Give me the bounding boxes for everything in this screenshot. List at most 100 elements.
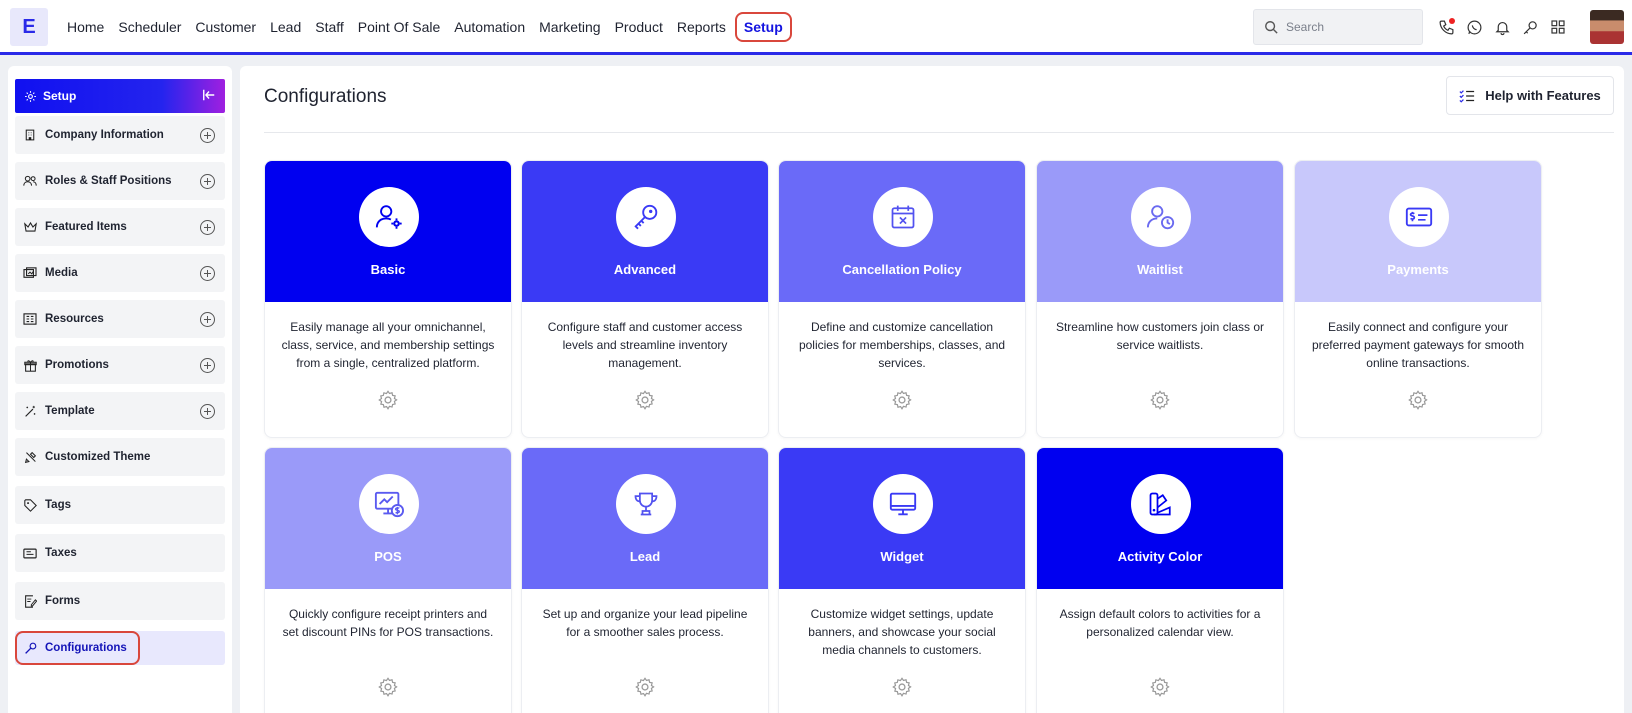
card-banner: Activity Color xyxy=(1037,448,1283,589)
help-button-label: Help with Features xyxy=(1485,88,1601,103)
sidebar-header: Setup xyxy=(15,79,225,113)
sidebar-item-taxes[interactable]: Taxes xyxy=(15,534,225,572)
sidebar-item-promotions[interactable]: Promotions xyxy=(15,346,225,384)
card-description: Configure staff and customer access leve… xyxy=(547,320,743,370)
sidebar-item-customized-theme[interactable]: Customized Theme xyxy=(15,438,225,476)
title-divider xyxy=(264,132,1614,133)
gear-icon xyxy=(25,90,36,102)
nav-point-of-sale[interactable]: Point Of Sale xyxy=(351,19,448,35)
expand-plus-icon[interactable] xyxy=(200,128,215,143)
help-with-features-button[interactable]: Help with Features xyxy=(1446,76,1614,115)
card-description: Customize widget settings, update banner… xyxy=(808,607,996,657)
tax-icon xyxy=(23,546,37,560)
nav-marketing[interactable]: Marketing xyxy=(532,19,607,35)
sidebar-item-roles-staff-positions[interactable]: Roles & Staff Positions xyxy=(15,162,225,200)
tag-icon xyxy=(23,498,37,512)
settings-gear-icon[interactable] xyxy=(634,676,656,698)
bell-icon[interactable] xyxy=(1493,14,1511,40)
calendar-x-icon xyxy=(873,187,933,247)
card-title: Widget xyxy=(880,549,924,564)
user-avatar[interactable] xyxy=(1590,10,1624,44)
search-icon xyxy=(1265,21,1278,34)
gift-icon xyxy=(23,358,37,372)
app-logo[interactable]: E xyxy=(10,8,48,46)
card-title: Waitlist xyxy=(1137,262,1183,277)
trophy-icon xyxy=(616,474,676,534)
card-title: Basic xyxy=(370,262,406,277)
whatsapp-icon[interactable] xyxy=(1465,14,1483,40)
sidebar-item-label: Promotions xyxy=(45,359,109,371)
config-card-widget[interactable]: Widget Customize widget settings, update… xyxy=(778,447,1026,713)
page-title: Configurations xyxy=(264,86,387,107)
sidebar-item-template[interactable]: Template xyxy=(15,392,225,430)
config-card-advanced[interactable]: Advanced Configure staff and customer ac… xyxy=(521,160,769,438)
key-icon[interactable] xyxy=(1521,14,1539,40)
expand-plus-icon[interactable] xyxy=(200,266,215,281)
nav-automation[interactable]: Automation xyxy=(447,19,532,35)
search-box[interactable] xyxy=(1253,9,1423,45)
card-title: Advanced xyxy=(613,262,677,277)
nav-reports[interactable]: Reports xyxy=(670,19,733,35)
sidebar-item-tags[interactable]: Tags xyxy=(15,486,225,524)
card-banner: Lead xyxy=(522,448,768,589)
nav-home[interactable]: Home xyxy=(60,19,111,35)
sidebar-item-media[interactable]: Media xyxy=(15,254,225,292)
config-card-waitlist[interactable]: Waitlist Streamline how customers join c… xyxy=(1036,160,1284,438)
config-card-payments[interactable]: Payments Easily connect and configure yo… xyxy=(1294,160,1542,438)
grid-icon[interactable] xyxy=(1549,14,1567,40)
sidebar-item-label: Company Information xyxy=(45,129,164,141)
sidebar-item-configurations[interactable]: Configurations xyxy=(15,631,225,665)
phone-icon[interactable] xyxy=(1437,14,1455,40)
sidebar-item-label: Featured Items xyxy=(45,221,127,233)
expand-plus-icon[interactable] xyxy=(200,404,215,419)
card-description: Set up and organize your lead pipeline f… xyxy=(542,607,748,639)
settings-gear-icon[interactable] xyxy=(377,676,399,698)
expand-plus-icon[interactable] xyxy=(200,174,215,189)
card-description: Quickly configure receipt printers and s… xyxy=(282,607,494,639)
settings-gear-icon[interactable] xyxy=(634,389,656,411)
card-title: Cancellation Policy xyxy=(842,262,962,277)
checklist-icon xyxy=(1459,89,1475,103)
card-banner: Waitlist xyxy=(1037,161,1283,302)
building-icon xyxy=(23,128,37,142)
expand-plus-icon[interactable] xyxy=(200,358,215,373)
search-input[interactable] xyxy=(1286,20,1416,34)
nav-setup[interactable]: Setup xyxy=(734,12,792,42)
collapse-sidebar-icon[interactable] xyxy=(202,88,216,102)
nav-product[interactable]: Product xyxy=(608,19,670,35)
config-card-lead[interactable]: Lead Set up and organize your lead pipel… xyxy=(521,447,769,713)
sidebar-item-label: Tags xyxy=(45,499,71,511)
setup-sidebar: Setup Company Information Roles & Staff … xyxy=(8,66,232,713)
nav-lead[interactable]: Lead xyxy=(263,19,308,35)
settings-gear-icon[interactable] xyxy=(377,389,399,411)
sidebar-item-label: Roles & Staff Positions xyxy=(45,175,172,187)
settings-gear-icon[interactable] xyxy=(891,389,913,411)
main-nav: Home Scheduler Customer Lead Staff Point… xyxy=(60,0,792,54)
card-title: POS xyxy=(374,549,402,564)
main-content: Configurations Help with Features Basic … xyxy=(240,66,1624,713)
settings-gear-icon[interactable] xyxy=(1407,389,1429,411)
sidebar-item-forms[interactable]: Forms xyxy=(15,582,225,620)
nav-staff[interactable]: Staff xyxy=(308,19,351,35)
sidebar-item-label: Media xyxy=(45,267,78,279)
sidebar-item-featured-items[interactable]: Featured Items xyxy=(15,208,225,246)
settings-gear-icon[interactable] xyxy=(1149,389,1171,411)
sidebar-item-company-information[interactable]: Company Information xyxy=(15,116,225,154)
sidebar-item-label: Resources xyxy=(45,313,104,325)
sidebar-item-label: Taxes xyxy=(45,547,77,559)
expand-plus-icon[interactable] xyxy=(200,312,215,327)
settings-gear-icon[interactable] xyxy=(1149,676,1171,698)
card-description: Easily connect and configure your prefer… xyxy=(1311,320,1525,370)
card-description: Easily manage all your omnichannel, clas… xyxy=(281,320,495,370)
config-card-cancellation-policy[interactable]: Cancellation Policy Define and customize… xyxy=(778,160,1026,438)
card-title: Lead xyxy=(629,549,661,564)
config-card-activity-color[interactable]: Activity Color Assign default colors to … xyxy=(1036,447,1284,713)
nav-customer[interactable]: Customer xyxy=(188,19,263,35)
user-clock-icon xyxy=(1131,187,1191,247)
expand-plus-icon[interactable] xyxy=(200,220,215,235)
nav-scheduler[interactable]: Scheduler xyxy=(111,19,188,35)
config-card-pos[interactable]: POS Quickly configure receipt printers a… xyxy=(264,447,512,713)
settings-gear-icon[interactable] xyxy=(891,676,913,698)
sidebar-item-resources[interactable]: Resources xyxy=(15,300,225,338)
config-card-basic[interactable]: Basic Easily manage all your omnichannel… xyxy=(264,160,512,438)
